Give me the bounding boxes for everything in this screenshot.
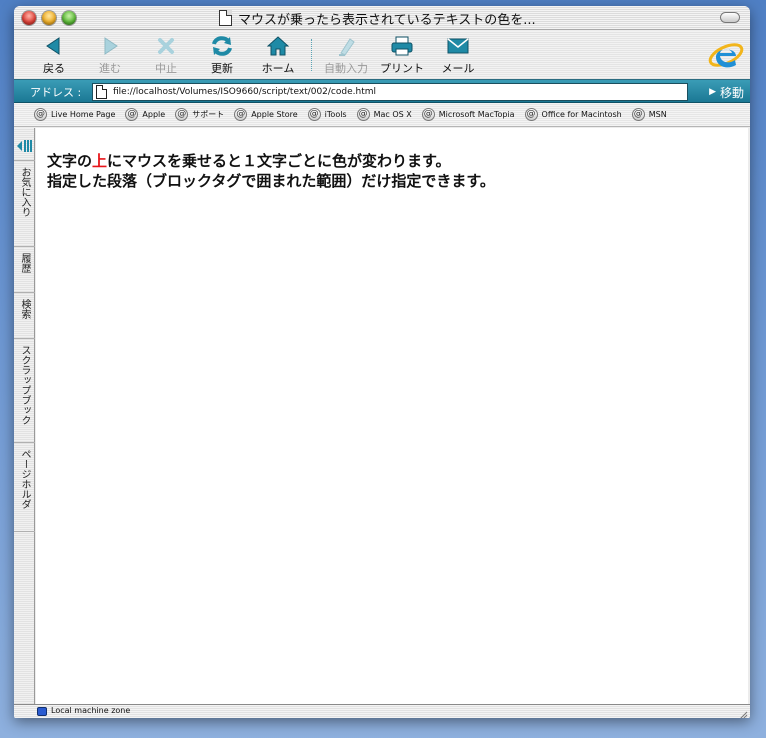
go-button-label: 移動 xyxy=(719,85,744,100)
favorite-link[interactable]: @ MSN xyxy=(631,108,667,121)
sidebar-tab-scrapbook[interactable]: スクラップブック xyxy=(14,338,35,442)
mail-icon xyxy=(445,34,471,58)
mail-button[interactable]: メール xyxy=(430,34,486,78)
sidebar-tab-label: 履歴 xyxy=(19,253,30,273)
stop-button[interactable]: 中止 xyxy=(138,34,194,78)
sidebar-tab-label: お気に入り xyxy=(19,167,30,217)
toolbar-toggle-button[interactable] xyxy=(720,12,740,23)
window-title: マウスが乗ったら表示されているテキストの色を... xyxy=(238,12,536,28)
paragraph-1[interactable]: 文字の上にマウスを乗せると１文字ごとに色が変わります。 xyxy=(47,150,451,171)
back-button-label: 戻る xyxy=(43,62,65,75)
paragraph-1-text-before: 文字の xyxy=(47,152,93,170)
favorite-link[interactable]: @ iTools xyxy=(307,108,347,121)
toolbar-separator xyxy=(311,39,313,71)
close-window-button[interactable] xyxy=(22,11,36,25)
favorite-link[interactable]: @ Apple xyxy=(125,108,165,121)
go-arrow-icon: ▶ xyxy=(709,87,716,97)
sidebar-tab-history[interactable]: 履歴 xyxy=(14,246,35,292)
zoom-window-button[interactable] xyxy=(62,11,76,25)
address-url: file://localhost/Volumes/ISO9660/script/… xyxy=(113,87,376,97)
stop-x-icon xyxy=(153,34,179,58)
title-bar[interactable]: マウスが乗ったら表示されているテキストの色を... xyxy=(14,6,750,30)
page-content: 文字の上にマウスを乗せると１文字ごとに色が変わります。 指定した段落（ブロックタ… xyxy=(36,128,748,704)
sidebar-tab-label: 検索 xyxy=(19,299,30,319)
resize-handle-icon[interactable] xyxy=(736,706,748,718)
document-icon xyxy=(219,10,232,26)
sidebar-tab-label: スクラップブック xyxy=(19,345,30,425)
favorite-label: Live Home Page xyxy=(51,110,116,119)
at-icon: @ xyxy=(234,108,248,121)
paragraph-2-text: 指定した段落（ブロックタグで囲まれた範囲）だけ指定できます。 xyxy=(47,172,495,190)
internet-explorer-logo-icon xyxy=(708,35,744,75)
address-input[interactable]: file://localhost/Volumes/ISO9660/script/… xyxy=(92,83,688,101)
at-icon: @ xyxy=(356,108,370,121)
autofill-button[interactable]: 自動入力 xyxy=(318,34,374,78)
sidebar-tab-page-holder[interactable]: ページホルダ xyxy=(14,442,35,532)
at-icon: @ xyxy=(34,108,47,121)
refresh-button[interactable]: 更新 xyxy=(194,34,250,78)
sidebar-tab-search[interactable]: 検索 xyxy=(14,292,35,338)
favorite-link[interactable]: @ Live Home Page xyxy=(34,108,115,121)
page-document-icon xyxy=(96,85,107,99)
favorite-label: Microsoft MacTopia xyxy=(438,110,515,119)
favorite-label: iTools xyxy=(324,110,347,119)
forward-button[interactable]: 進む xyxy=(82,34,138,78)
home-button[interactable]: ホーム xyxy=(250,34,306,78)
sidebar-tab-favorites[interactable]: お気に入り xyxy=(14,160,35,246)
home-button-label: ホーム xyxy=(261,62,295,75)
security-zone-text: Local machine zone xyxy=(51,706,131,715)
favorite-link[interactable]: @ サポート xyxy=(175,108,224,121)
favorite-label: Apple xyxy=(142,110,166,119)
go-button[interactable]: ▶ 移動 xyxy=(709,83,744,101)
address-label: アドレス : xyxy=(30,86,82,99)
print-icon xyxy=(389,34,415,58)
toolbar: 戻る 進む 中止 更新 ホーム 自動入力 プリント メール xyxy=(14,31,750,79)
window-title-group: マウスが乗ったら表示されているテキストの色を... xyxy=(219,9,536,28)
minimize-window-button[interactable] xyxy=(42,11,56,25)
forward-button-label: 進む xyxy=(99,62,121,75)
status-bar: Local machine zone xyxy=(14,704,750,718)
back-arrow-icon xyxy=(41,34,67,58)
favorite-link[interactable]: @ Apple Store xyxy=(234,108,298,121)
autofill-icon xyxy=(333,34,359,58)
explorer-sidebar: お気に入り 履歴 検索 スクラップブック ページホルダ xyxy=(14,128,35,704)
paragraph-1-text-after: にマウスを乗せると１文字ごとに色が変わります。 xyxy=(107,152,451,170)
refresh-button-label: 更新 xyxy=(211,62,233,75)
sidebar-toggle-icon[interactable] xyxy=(16,138,33,152)
favorite-label: MSN xyxy=(648,110,667,119)
at-icon: @ xyxy=(524,108,538,121)
address-bar: アドレス : file://localhost/Volumes/ISO9660/… xyxy=(14,79,750,103)
home-icon xyxy=(265,34,291,58)
favorite-label: Mac OS X xyxy=(373,110,412,119)
at-icon: @ xyxy=(175,108,189,121)
favorite-label: Office for Macintosh xyxy=(541,110,622,119)
autofill-button-label: 自動入力 xyxy=(324,62,368,75)
print-button[interactable]: プリント xyxy=(374,34,430,78)
print-button-label: プリント xyxy=(380,62,424,75)
browser-window: マウスが乗ったら表示されているテキストの色を... 戻る 進む 中止 更新 ホー… xyxy=(14,6,750,718)
stop-button-label: 中止 xyxy=(155,62,177,75)
at-icon: @ xyxy=(125,108,139,121)
favorite-label: サポート xyxy=(192,110,225,119)
forward-arrow-icon xyxy=(97,34,123,58)
favorites-bar: @ Live Home Page @ Apple @ サポート @ Apple Stor… xyxy=(14,103,750,127)
favorite-link[interactable]: @ Mac OS X xyxy=(356,108,412,121)
sidebar-tab-label: ページホルダ xyxy=(19,449,30,509)
at-icon: @ xyxy=(631,108,645,121)
zone-icon xyxy=(37,707,47,716)
at-icon: @ xyxy=(307,108,321,121)
paragraph-2[interactable]: 指定した段落（ブロックタグで囲まれた範囲）だけ指定できます。 xyxy=(47,170,495,191)
at-icon: @ xyxy=(421,108,435,121)
favorites-list: @ Live Home Page @ Apple @ サポート @ Apple Stor… xyxy=(34,108,677,121)
hovered-character[interactable]: 上 xyxy=(92,152,107,170)
back-button[interactable]: 戻る xyxy=(26,34,82,78)
favorite-link[interactable]: @ Microsoft MacTopia xyxy=(421,108,515,121)
mail-button-label: メール xyxy=(441,62,475,75)
favorite-label: Apple Store xyxy=(251,110,298,119)
favorite-link[interactable]: @ Office for Macintosh xyxy=(524,108,622,121)
refresh-icon xyxy=(209,34,235,58)
